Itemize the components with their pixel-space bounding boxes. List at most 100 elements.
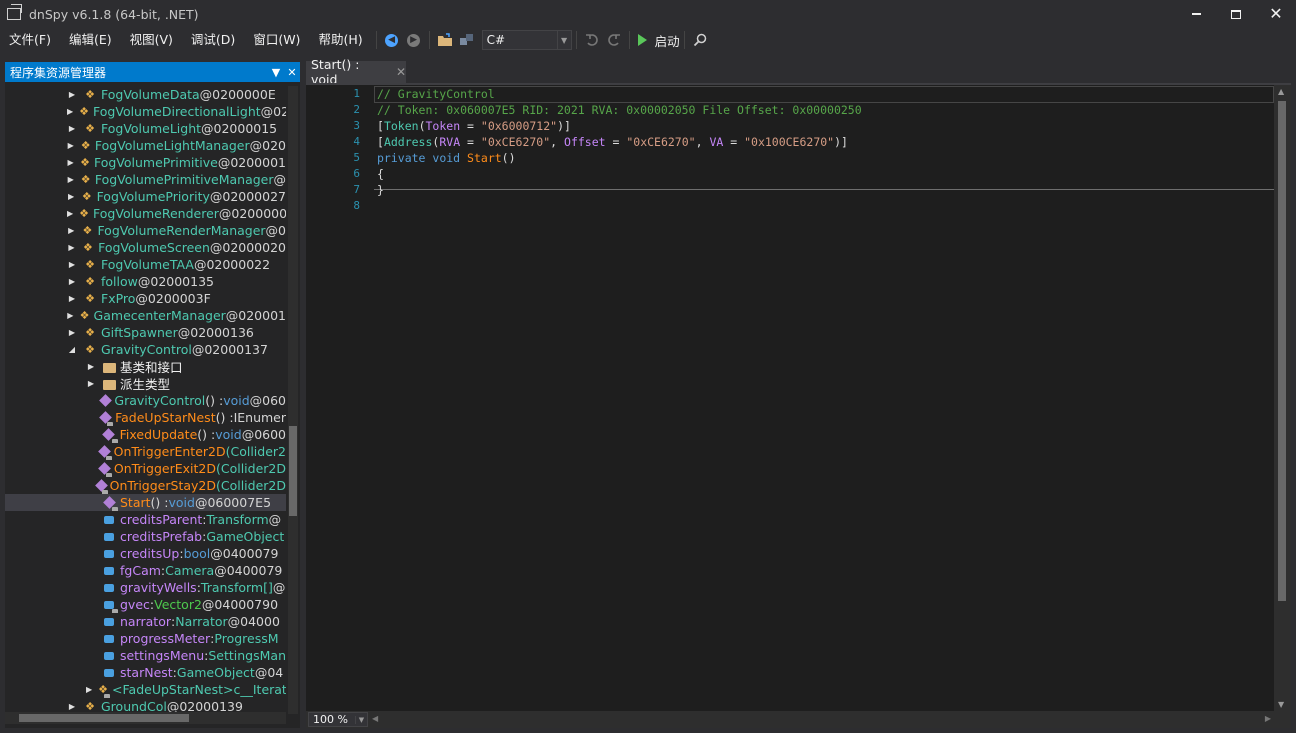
tree-node[interactable]: ▶ ❖ FogVolumePrimitive @0200001	[5, 154, 286, 171]
scroll-left-icon[interactable]: ◀	[372, 714, 378, 723]
tree-node[interactable]: gvec : Vector2 @04000790	[5, 596, 286, 613]
expand-arrow-icon[interactable]: ▶	[67, 311, 74, 320]
tree-vertical-scrollbar[interactable]	[288, 86, 298, 714]
tree-horizontal-scrollbar[interactable]	[5, 712, 286, 724]
language-select[interactable]: C# ▼	[481, 30, 572, 50]
tree-node[interactable]: FixedUpdate() : void @0600	[5, 426, 286, 443]
expand-arrow-icon[interactable]: ▶	[86, 379, 96, 388]
code-editor[interactable]: 1 2 3 4 5 6 7 8 // GravityControl // Token: 0x06…	[306, 85, 1291, 711]
tree-node[interactable]: progressMeter : ProgressM	[5, 630, 286, 647]
panel-dropdown-icon[interactable]: ▼	[268, 66, 284, 79]
expand-arrow-icon[interactable]: ▶	[86, 685, 92, 694]
code-line[interactable]: [Address(RVA = "0xCE6270", Offset = "0xC…	[377, 134, 848, 150]
expand-arrow-icon[interactable]: ▶	[67, 226, 76, 235]
tree-node[interactable]: OnTriggerStay2D (Collider2D	[5, 477, 286, 494]
code-line[interactable]: // GravityControl	[377, 86, 495, 102]
menu-edit[interactable]: 编辑(E)	[60, 28, 121, 52]
panel-close-icon[interactable]: ✕	[284, 66, 300, 79]
code-line[interactable]: }	[377, 182, 384, 198]
tree-node[interactable]: ▶ ❖ follow @02000135	[5, 273, 286, 290]
expand-arrow-icon[interactable]: ▶	[67, 192, 75, 201]
expand-arrow-icon[interactable]: ▶	[67, 90, 77, 99]
undo-button[interactable]	[582, 30, 602, 50]
expand-arrow-icon[interactable]: ▶	[67, 243, 76, 252]
expand-arrow-icon[interactable]: ▶	[67, 141, 74, 150]
open-list-button[interactable]	[457, 30, 477, 50]
code-line[interactable]: // Token: 0x060007E5 RID: 2021 RVA: 0x00…	[377, 102, 862, 118]
tree-node[interactable]: ▶ ❖ FogVolumeLight @02000015	[5, 120, 286, 137]
tree-node[interactable]: ▶ 派生类型	[5, 375, 286, 392]
tree-node[interactable]: ▶ ❖ GiftSpawner @02000136	[5, 324, 286, 341]
editor-horizontal-scrollbar[interactable]: ◀ ▶	[368, 711, 1291, 728]
assembly-tree[interactable]: ▶ ❖ FogVolumeData @0200000E ▶ ❖ FogVolumeDire…	[5, 86, 286, 712]
menu-debug[interactable]: 调试(D)	[182, 28, 244, 52]
zoom-select[interactable]: 100 % ▼	[308, 712, 368, 727]
minimize-button[interactable]	[1176, 0, 1216, 28]
redo-button[interactable]	[604, 30, 624, 50]
expand-arrow-icon[interactable]: ▶	[67, 209, 73, 218]
tree-node[interactable]: ▶ ❖ <FadeUpStarNest>c__Iterat	[5, 681, 286, 698]
tree-node[interactable]: ▶ ❖ FogVolumeTAA @02000022	[5, 256, 286, 273]
menu-window[interactable]: 窗口(W)	[244, 28, 309, 52]
tree-node[interactable]: settingsMenu : SettingsMan	[5, 647, 286, 664]
tree-node[interactable]: ▶ ❖ GroundCol @02000139	[5, 698, 286, 712]
tree-node[interactable]: ▶ ❖ GamecenterManager @020001	[5, 307, 286, 324]
tree-node[interactable]: creditsUp : bool @0400079	[5, 545, 286, 562]
tree-node[interactable]: OnTriggerExit2D (Collider2D	[5, 460, 286, 477]
scroll-up-icon[interactable]: ▲	[1278, 87, 1284, 96]
search-button[interactable]	[690, 30, 710, 50]
tree-node[interactable]: ▶ ❖ FogVolumeRenderer @0200000	[5, 205, 286, 222]
expand-arrow-icon[interactable]: ▶	[67, 158, 74, 167]
tree-node[interactable]: ▶ ❖ FogVolumeLightManager @020	[5, 137, 286, 154]
menu-view[interactable]: 视图(V)	[121, 28, 182, 52]
tab-close-icon[interactable]: ✕	[396, 65, 406, 79]
code-line[interactable]: private void Start()	[377, 150, 516, 166]
tree-node[interactable]: ▶ ❖ FogVolumePrimitiveManager @	[5, 171, 286, 188]
tree-node[interactable]: gravityWells : Transform[] @	[5, 579, 286, 596]
menu-help[interactable]: 帮助(H)	[309, 28, 371, 52]
expand-arrow-icon[interactable]: ▶	[67, 107, 73, 116]
tree-node[interactable]: ▶ ❖ FogVolumePriority @02000027	[5, 188, 286, 205]
expand-arrow-icon[interactable]: ▶	[67, 277, 77, 286]
tree-node[interactable]: ▶ ❖ FxPro @0200003F	[5, 290, 286, 307]
close-button[interactable]: ✕	[1256, 0, 1296, 28]
navigate-forward-button[interactable]: ▶	[404, 30, 424, 50]
editor-scroll-thumb[interactable]	[1278, 101, 1286, 601]
tree-node[interactable]: ◢ ❖ GravityControl @02000137	[5, 341, 286, 358]
expand-arrow-icon[interactable]: ▶	[67, 294, 77, 303]
code-line[interactable]: {	[377, 166, 384, 182]
tree-node[interactable]: ▶ ❖ FogVolumeRenderManager @0	[5, 222, 286, 239]
tree-node[interactable]: ▶ ❖ FogVolumeScreen @02000020	[5, 239, 286, 256]
tree-hscroll-thumb[interactable]	[19, 714, 189, 722]
expand-arrow-icon[interactable]: ▶	[86, 362, 96, 371]
expand-arrow-icon[interactable]: ▶	[67, 260, 77, 269]
scroll-right-icon[interactable]: ▶	[1265, 714, 1271, 723]
tab-start-method[interactable]: Start() : void ✕	[306, 57, 406, 87]
tree-node[interactable]: GravityControl() : void @060	[5, 392, 286, 409]
expand-arrow-icon[interactable]: ▶	[67, 328, 77, 337]
tree-node[interactable]: FadeUpStarNest() : IEnumer	[5, 409, 286, 426]
tree-node[interactable]: ▶ ❖ FogVolumeData @0200000E	[5, 86, 286, 103]
editor-vertical-scrollbar[interactable]: ▲ ▼	[1274, 85, 1291, 711]
tree-node[interactable]: creditsPrefab : GameObject	[5, 528, 286, 545]
menu-file[interactable]: 文件(F)	[0, 28, 60, 52]
tree-node[interactable]: fgCam : Camera @0400079	[5, 562, 286, 579]
tree-node[interactable]: ▶ ❖ FogVolumeDirectionalLight @02	[5, 103, 286, 120]
expand-arrow-icon[interactable]: ▶	[67, 124, 77, 133]
expanded-arrow-icon[interactable]: ◢	[67, 345, 77, 354]
code-line[interactable]: [Token(Token = "0x6000712")]	[377, 118, 571, 134]
expand-arrow-icon[interactable]: ▶	[67, 702, 77, 711]
tree-scroll-thumb[interactable]	[289, 426, 297, 516]
open-button[interactable]	[435, 30, 455, 50]
scroll-down-icon[interactable]: ▼	[1278, 700, 1284, 709]
expand-arrow-icon[interactable]: ▶	[67, 175, 74, 184]
start-debug-button[interactable]: 启动	[637, 31, 680, 50]
navigate-back-button[interactable]: ◀	[382, 30, 402, 50]
tree-node[interactable]: creditsParent : Transform @	[5, 511, 286, 528]
tree-node[interactable]: narrator : Narrator @04000	[5, 613, 286, 630]
tree-node[interactable]: Start() : void @060007E5	[5, 494, 286, 511]
tree-node[interactable]: OnTriggerEnter2D (Collider2	[5, 443, 286, 460]
tree-node[interactable]: starNest : GameObject @04	[5, 664, 286, 681]
maximize-button[interactable]	[1216, 0, 1256, 28]
tree-node[interactable]: ▶ 基类和接口	[5, 358, 286, 375]
